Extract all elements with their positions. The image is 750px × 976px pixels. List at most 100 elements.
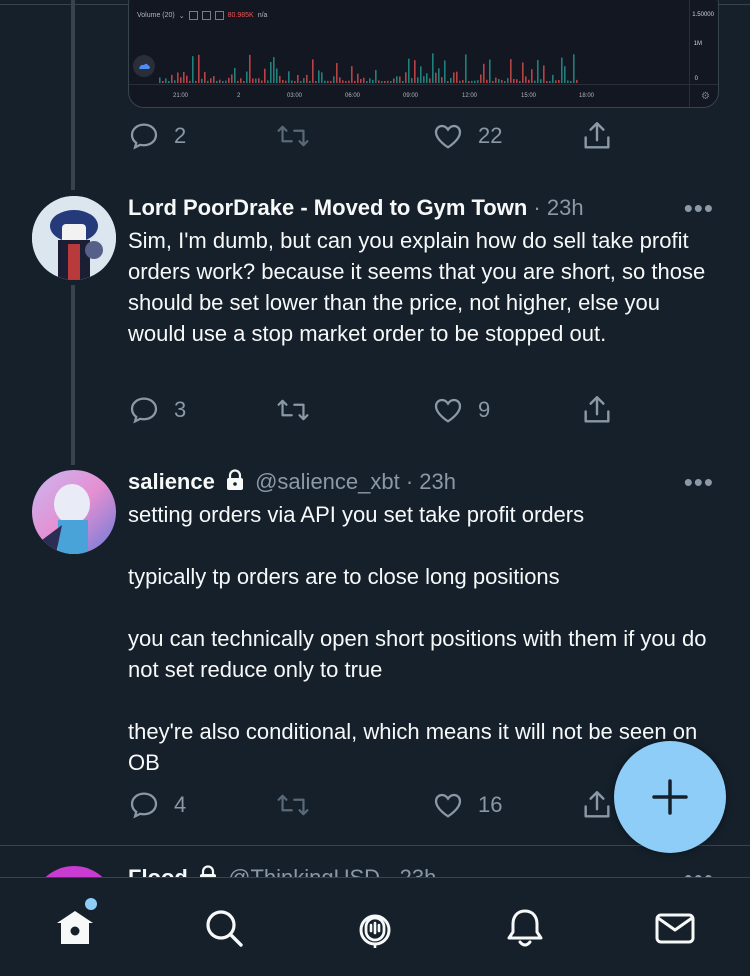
avatar[interactable] <box>32 196 116 280</box>
reply-button[interactable]: 3 <box>128 390 186 430</box>
timestamp[interactable]: · 23h <box>406 469 456 494</box>
nav-search[interactable] <box>202 906 246 950</box>
retweet-button[interactable] <box>276 116 310 156</box>
more-options-icon[interactable]: ••• <box>684 863 714 877</box>
handle[interactable]: @ThinkingUSD <box>228 865 380 877</box>
tradingview-logo-icon[interactable] <box>133 55 155 77</box>
nav-spaces[interactable] <box>353 906 397 950</box>
volume-bar <box>360 79 362 83</box>
volume-bar <box>336 63 338 83</box>
tweet-header: salience @salience_xbt · 23h <box>128 467 456 497</box>
volume-bar <box>171 74 173 83</box>
eye-icon[interactable] <box>188 11 198 20</box>
compose-tweet-button[interactable] <box>614 741 726 853</box>
heart-icon <box>434 793 462 818</box>
retweet-button[interactable] <box>276 785 310 825</box>
volume-bar <box>207 80 209 83</box>
chart-media-card[interactable]: Volume (20) ⌄ 80.985K n/a 1.50000 1M 0 2… <box>128 0 719 108</box>
volume-histogram <box>159 53 578 83</box>
volume-bar <box>357 73 359 83</box>
chevron-down-icon[interactable]: ⌄ <box>179 12 185 20</box>
chart-settings-icon[interactable]: ⚙ <box>701 91 710 102</box>
volume-bar <box>330 80 332 83</box>
volume-bar <box>381 80 383 83</box>
nav-home[interactable] <box>53 898 97 950</box>
volume-bar <box>363 77 365 83</box>
volume-bar <box>438 68 440 83</box>
display-name[interactable]: Flood <box>128 865 188 877</box>
volume-bar <box>501 79 503 83</box>
volume-bar <box>312 59 314 83</box>
tweet-actions: 3 9 <box>128 390 628 430</box>
volume-bar <box>486 79 488 83</box>
time-label: 06:00 <box>345 93 361 99</box>
volume-bar <box>477 80 479 83</box>
volume-bar <box>468 80 470 83</box>
volume-bar <box>243 80 245 83</box>
volume-bar <box>489 59 491 83</box>
timestamp[interactable]: · 23h <box>386 865 436 877</box>
like-button[interactable]: 22 <box>432 116 502 156</box>
avatar[interactable] <box>32 470 116 554</box>
retweet-icon <box>277 125 309 147</box>
like-button[interactable]: 16 <box>432 785 502 825</box>
volume-bar <box>351 66 353 83</box>
volume-bar <box>495 77 497 83</box>
volume-bar <box>315 80 317 83</box>
share-button[interactable] <box>580 390 614 430</box>
display-name[interactable]: salience <box>128 469 215 494</box>
nav-messages[interactable] <box>653 906 697 950</box>
timestamp[interactable]: · 23h <box>533 195 583 220</box>
settings-icon[interactable] <box>201 11 211 20</box>
volume-bar <box>294 80 296 83</box>
avatar[interactable] <box>32 866 116 877</box>
reply-count: 2 <box>174 123 187 148</box>
volume-bar <box>327 80 329 83</box>
reply-button[interactable]: 2 <box>128 116 186 156</box>
display-name[interactable]: Lord PoorDrake - Moved to Gym Town <box>128 195 527 220</box>
close-icon[interactable] <box>214 11 224 20</box>
reply-button[interactable]: 4 <box>128 785 186 825</box>
volume-bar <box>375 69 377 83</box>
volume-bar <box>546 80 548 83</box>
volume-bar <box>543 65 545 83</box>
more-options-icon[interactable]: ••• <box>684 467 714 498</box>
volume-bar <box>525 76 527 83</box>
handle[interactable]: @salience_xbt <box>255 469 400 494</box>
share-button[interactable] <box>580 116 614 156</box>
nav-notifications[interactable] <box>503 906 547 950</box>
retweet-icon <box>277 399 309 421</box>
volume-bar <box>192 56 194 83</box>
tweet-header: Flood @ThinkingUSD · 23h <box>128 863 436 877</box>
retweet-button[interactable] <box>276 390 310 430</box>
tweet-partial: Flood @ThinkingUSD · 23h ••• <box>0 846 750 877</box>
messages-icon <box>655 913 695 944</box>
tweet-paragraph: typically tp orders are to close long po… <box>128 564 560 589</box>
thread-line-middle <box>71 285 75 465</box>
notifications-icon <box>507 909 543 947</box>
share-button[interactable] <box>580 785 614 825</box>
tweet-header: Lord PoorDrake - Moved to Gym Town · 23h <box>128 193 584 223</box>
scale-top-label: 1.50000 <box>692 12 714 18</box>
volume-bar <box>282 79 284 83</box>
more-options-icon[interactable]: ••• <box>684 193 714 224</box>
volume-bar <box>537 60 539 83</box>
like-button[interactable]: 9 <box>432 390 490 430</box>
volume-bar <box>234 67 236 83</box>
volume-bar <box>513 79 515 83</box>
volume-bar <box>432 53 434 83</box>
time-label: 09:00 <box>403 93 419 99</box>
volume-bar <box>441 77 443 83</box>
volume-bar <box>420 66 422 83</box>
volume-bar <box>348 80 350 83</box>
volume-bar <box>534 80 536 83</box>
volume-bar <box>576 79 578 83</box>
volume-bar <box>450 77 452 83</box>
volume-bar <box>162 80 164 83</box>
tweet-paragraph: you can technically open short positions… <box>128 626 707 682</box>
volume-bar <box>417 77 419 83</box>
volume-bar <box>483 63 485 83</box>
volume-bar <box>555 80 557 83</box>
volume-bar <box>249 54 251 83</box>
volume-bar <box>531 69 533 83</box>
